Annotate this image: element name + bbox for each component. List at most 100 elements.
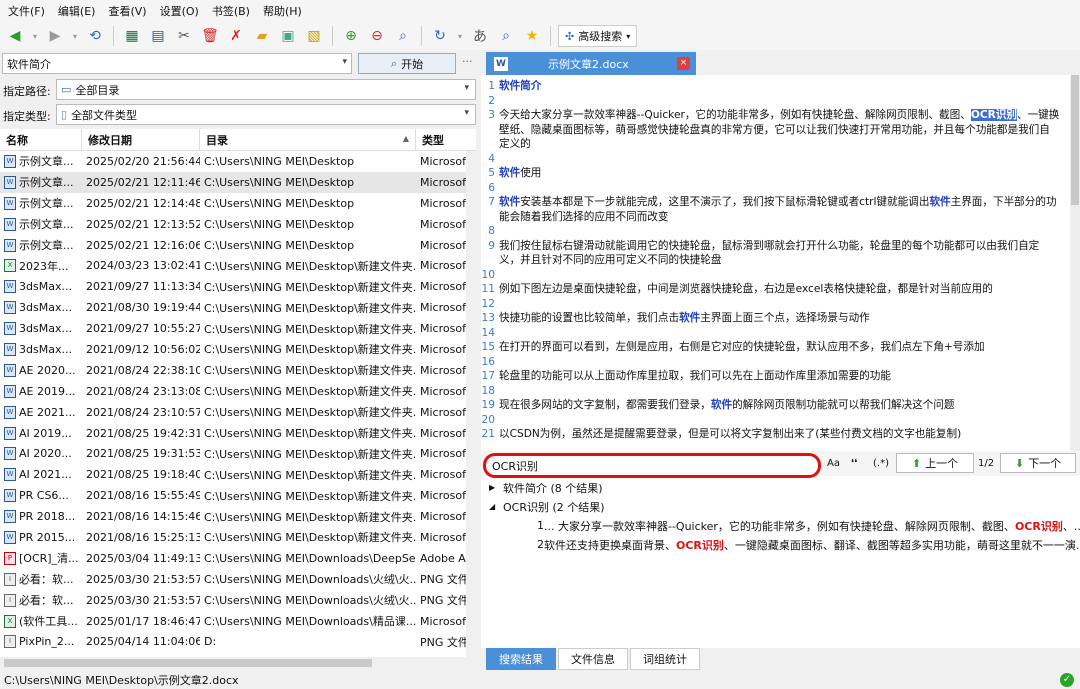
document-icon[interactable]: ▤	[147, 25, 169, 47]
excel-icon[interactable]: ▦	[121, 25, 143, 47]
start-search-button[interactable]: ⌕ 开始	[358, 53, 456, 74]
column-type[interactable]: 类型	[416, 129, 476, 151]
file-date: 2021/08/16 15:55:49	[86, 489, 200, 503]
document-line: 7 软件安装基本都是下一步就能完成，这里不演示了，我们按下鼠标滑轮键或者ctrl键…	[481, 195, 1070, 224]
delete-icon[interactable]: 🗑	[199, 25, 221, 47]
tab-file-info[interactable]: 文件信息	[558, 648, 628, 670]
document-tab[interactable]: W 示例文章2.docx ×	[486, 52, 696, 75]
find-next-button[interactable]: ⬇ 下一个	[1000, 453, 1076, 473]
file-row[interactable]: W 3dsMax... 2021/08/30 19:19:44 C:\Users\NI…	[0, 297, 476, 318]
zoom-out-icon[interactable]: ⊖	[366, 25, 388, 47]
close-icon[interactable]: ×	[677, 57, 690, 70]
file-list-vertical-scrollbar[interactable]	[466, 151, 476, 657]
line-number: 10	[481, 268, 495, 281]
file-row[interactable]: W 3dsMax... 2021/09/12 10:56:02 C:\Users\NI…	[0, 339, 476, 360]
file-row[interactable]: I 必看：软... 2025/03/30 21:53:57 C:\Users\NING…	[0, 590, 476, 611]
folder-icon[interactable]: ▰	[251, 25, 273, 47]
file-row[interactable]: W AE 2019... 2021/08/24 23:13:08 C:\Users\N…	[0, 381, 476, 402]
file-row[interactable]: W 示例文章... 2025/02/21 12:13:52 C:\Users\NING…	[0, 214, 476, 235]
menu-view[interactable]: 查看(V)	[104, 3, 155, 19]
monitor-icon: ▭	[61, 83, 72, 96]
file-name: 示例文章...	[19, 239, 74, 252]
file-name: 示例文章...	[19, 176, 74, 190]
translate-icon[interactable]: あ	[469, 25, 491, 47]
advanced-search-button[interactable]: ✣ 高级搜索 ▾	[558, 25, 638, 47]
file-row[interactable]: W AI 2020... 2021/08/25 19:31:53 C:\Users\N…	[0, 443, 476, 464]
preview-scrollbar[interactable]	[1070, 75, 1080, 451]
result-item[interactable]: 1 ... 大家分享一款效率神器--Quicker，它的功能非常多，例如有快捷轮…	[481, 516, 1080, 535]
file-row[interactable]: W 示例文章... 2025/02/21 12:14:48 C:\Users\NING…	[0, 193, 476, 214]
file-row[interactable]: W AI 2021... 2021/08/25 19:18:40 C:\Users\N…	[0, 464, 476, 485]
file-row[interactable]: W 示例文章... 2025/02/21 12:11:46 C:\Users\NING…	[0, 171, 476, 193]
search-input[interactable]: 软件简介 ▾	[2, 53, 352, 74]
file-row[interactable]: X 2023年... 2024/03/23 13:02:41 C:\Users\NIN…	[0, 255, 476, 276]
find-input[interactable]: OCR识别	[483, 453, 821, 478]
column-name[interactable]: 名称	[0, 128, 82, 151]
forward-icon[interactable]: ▶	[44, 25, 66, 47]
type-select[interactable]: ▯ 全部文件类型 ▾	[56, 104, 476, 125]
path-select[interactable]: ▭ 全部目录 ▾	[56, 79, 476, 100]
result-item[interactable]: 2 软件还支持更换桌面背景、 OCR识别 、一键隐藏桌面图标、翻译、截图等超多实…	[481, 535, 1080, 554]
file-row[interactable]: W 示例文章... 2025/02/20 21:56:44 C:\Users\NING…	[0, 151, 476, 172]
open-folder-icon[interactable]: ▣	[277, 25, 299, 47]
scrollbar-thumb[interactable]	[4, 659, 372, 667]
match-case-toggle[interactable]: Aa	[827, 458, 840, 469]
result-group[interactable]: ◢ OCR识别 (2 个结果)	[481, 497, 1080, 516]
tab-search-results[interactable]: 搜索结果	[486, 648, 556, 670]
file-list-horizontal-scrollbar[interactable]	[0, 657, 476, 669]
menu-settings[interactable]: 设置(O)	[156, 3, 208, 19]
star-icon[interactable]: ★	[521, 25, 543, 47]
file-row[interactable]: I 必看：软... 2025/03/30 21:53:57 C:\Users\NING…	[0, 569, 476, 590]
file-row[interactable]: W PR CS6... 2021/08/16 15:55:49 C:\Users\NI…	[0, 485, 476, 506]
file-row[interactable]: P [OCR]_清... 2025/03/04 11:49:13 C:\Users\N…	[0, 548, 476, 569]
whole-word-toggle[interactable]: ❛❛	[851, 458, 857, 469]
menu-bookmarks[interactable]: 书签(B)	[208, 3, 259, 19]
chevron-down-icon: ▾	[626, 31, 631, 41]
file-name-cell: W AE 2020...	[0, 363, 82, 377]
refresh-icon[interactable]: ↻	[429, 25, 451, 47]
file-row[interactable]: W AE 2021... 2021/08/24 23:10:57 C:\Users\N…	[0, 402, 476, 423]
file-row[interactable]: W PR 2018... 2021/08/16 14:15:46 C:\Users\N…	[0, 506, 476, 527]
more-options-button[interactable]: ···	[462, 55, 473, 68]
file-date: 2021/08/16 15:25:13	[86, 530, 200, 544]
scrollbar-thumb[interactable]	[1071, 75, 1079, 205]
file-row[interactable]: X (软件工具... 2025/01/17 18:46:47 C:\Users\NIN…	[0, 611, 476, 632]
refresh-dropdown-icon[interactable]: ▾	[455, 25, 465, 47]
document-line: 4	[481, 152, 1070, 167]
menu-edit[interactable]: 编辑(E)	[54, 3, 105, 19]
regex-toggle[interactable]: (.*)	[873, 458, 889, 469]
zoom-in-icon[interactable]: ⊕	[340, 25, 362, 47]
find-text-icon[interactable]: ⌕	[495, 25, 517, 47]
back-dropdown-icon[interactable]: ▾	[30, 25, 40, 47]
word-file-icon: W	[4, 154, 16, 168]
file-row[interactable]: I PixPin_2... 2025/04/14 11:04:06 D: PNG 文件	[0, 631, 476, 652]
menu-help[interactable]: 帮助(H)	[259, 3, 311, 19]
cut-icon[interactable]: ✂	[173, 25, 195, 47]
file-row[interactable]: W AE 2020... 2021/08/24 22:38:10 C:\Users\N…	[0, 360, 476, 381]
file-row[interactable]: W 3dsMax... 2021/09/27 11:13:34 C:\Users\NI…	[0, 276, 476, 297]
back-icon[interactable]: ◀	[4, 25, 26, 47]
column-date[interactable]: 修改日期	[82, 128, 200, 151]
result-context: 、...	[1062, 519, 1080, 533]
file-row[interactable]: W AI 2019... 2021/08/25 19:42:31 C:\Users\N…	[0, 423, 476, 444]
result-group[interactable]: ▶ 软件简介 (8 个结果)	[481, 478, 1080, 497]
find-next-label: 下一个	[1028, 457, 1062, 470]
forward-dropdown-icon[interactable]: ▾	[70, 25, 80, 47]
chevron-down-icon[interactable]: ▾	[342, 57, 347, 67]
document-preview[interactable]: 1 软件简介 2 3 今天给大家分享一款效率神器--Quicker，它的功能非常多，例如…	[481, 75, 1070, 451]
export-icon[interactable]: ▧	[303, 25, 325, 47]
line-text: 轮盘里的功能可以从上面动作库里拉取，我们可以先在上面动作库里添加需要的功能	[499, 370, 891, 382]
tab-phrase-stats[interactable]: 词组统计	[630, 648, 700, 670]
history-icon[interactable]: ⟲	[84, 25, 106, 47]
file-row[interactable]: W PR 2015... 2021/08/16 15:25:13 C:\Users\N…	[0, 527, 476, 548]
find-input-value: OCR识别	[492, 459, 538, 473]
find-previous-button[interactable]: ⬆ 上一个	[896, 453, 974, 473]
file-row[interactable]: W 3dsMax... 2021/09/27 10:55:27 C:\Users\NI…	[0, 318, 476, 339]
column-directory[interactable]: 目录 ▲	[200, 128, 416, 151]
menu-file[interactable]: 文件(F)	[4, 3, 54, 19]
clean-icon[interactable]: ✗	[225, 25, 247, 47]
file-row[interactable]: W 示例文章... 2025/02/21 12:16:06 C:\Users\NING…	[0, 235, 476, 256]
search-icon[interactable]: ⌕	[392, 25, 414, 47]
line-text	[499, 152, 1070, 167]
file-directory: C:\Users\NING MEI\Desktop\新建文件夹...	[204, 531, 416, 545]
